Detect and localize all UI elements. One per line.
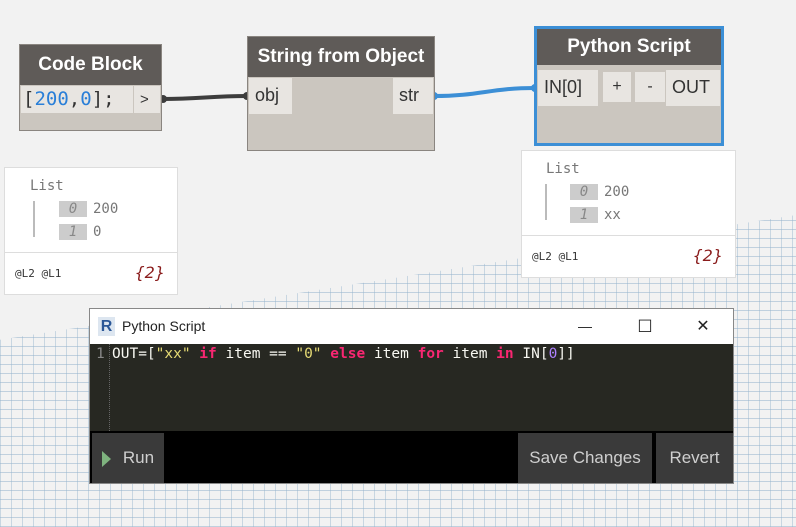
python-preview: List 0 200 1 xx @L2 @L1 {2} bbox=[521, 150, 736, 278]
save-changes-button[interactable]: Save Changes bbox=[518, 433, 652, 483]
list-item: 0 200 bbox=[570, 184, 629, 200]
line-number: 1 bbox=[96, 346, 105, 362]
item-count: {2} bbox=[134, 263, 165, 282]
code-token: if bbox=[190, 346, 226, 362]
preview-header: List bbox=[30, 178, 64, 194]
list-item: 0 200 bbox=[59, 201, 118, 217]
code-token: else bbox=[321, 346, 374, 362]
revert-button[interactable]: Revert bbox=[656, 433, 733, 483]
maximize-button[interactable]: ☐ bbox=[630, 309, 660, 344]
code-block-node[interactable]: Code Block [200,0]; > bbox=[19, 44, 162, 131]
run-button[interactable]: Run bbox=[92, 433, 164, 483]
code-token: item == bbox=[225, 346, 296, 362]
code-token: OUT=[ bbox=[112, 346, 156, 362]
level-indicator: @L2 @L1 bbox=[532, 250, 579, 263]
code-token: in bbox=[496, 346, 523, 362]
title-bar: R Python Script — ☐ ✕ bbox=[90, 309, 733, 344]
list-item: 1 xx bbox=[570, 207, 621, 223]
code-token: for bbox=[417, 346, 453, 362]
string-from-object-node[interactable]: String from Object obj str bbox=[247, 36, 435, 151]
output-port[interactable]: > bbox=[134, 86, 160, 113]
python-script-editor-window: R Python Script — ☐ ✕ 1 OUT=["xx" if ite… bbox=[89, 308, 734, 484]
code-block-preview: List 0 200 10 @L2 @L1 {2} bbox=[4, 167, 178, 295]
level-indicator: @L2 @L1 bbox=[15, 267, 62, 280]
revit-icon: R bbox=[98, 317, 115, 336]
code-line: OUT=["xx" if item == "0" else item for i… bbox=[112, 346, 575, 362]
code-editor[interactable]: 1 OUT=["xx" if item == "0" else item for… bbox=[90, 344, 733, 431]
input-port-in0[interactable]: IN[0] bbox=[538, 70, 598, 106]
item-count: {2} bbox=[692, 246, 723, 265]
remove-input-button[interactable]: - bbox=[635, 72, 665, 102]
minimize-button[interactable]: — bbox=[570, 309, 600, 344]
code-token: 0 bbox=[548, 346, 558, 362]
code-token: item bbox=[452, 346, 497, 362]
code-token: "0" bbox=[295, 346, 322, 362]
code-token: item bbox=[373, 346, 418, 362]
code-token: ]] bbox=[557, 346, 575, 362]
play-icon bbox=[101, 450, 111, 467]
python-script-node[interactable]: Python Script IN[0] + - OUT bbox=[534, 26, 724, 146]
wire-string-to-python bbox=[433, 86, 536, 98]
code-input[interactable]: [200,0]; bbox=[21, 86, 133, 113]
add-input-button[interactable]: + bbox=[603, 72, 631, 102]
node-title: String from Object bbox=[248, 37, 434, 77]
node-title: Python Script bbox=[537, 29, 721, 65]
close-button[interactable]: ✕ bbox=[688, 309, 718, 344]
list-item: 10 bbox=[59, 224, 101, 240]
output-port-str[interactable]: str bbox=[393, 78, 433, 114]
window-title: Python Script bbox=[122, 318, 206, 334]
preview-header: List bbox=[546, 161, 580, 177]
output-port-out[interactable]: OUT bbox=[666, 70, 720, 106]
code-token: "xx" bbox=[155, 346, 191, 362]
code-token: IN[ bbox=[522, 346, 549, 362]
wire-code-to-string bbox=[161, 94, 248, 101]
input-port-obj[interactable]: obj bbox=[249, 78, 292, 114]
node-title: Code Block bbox=[20, 45, 161, 85]
